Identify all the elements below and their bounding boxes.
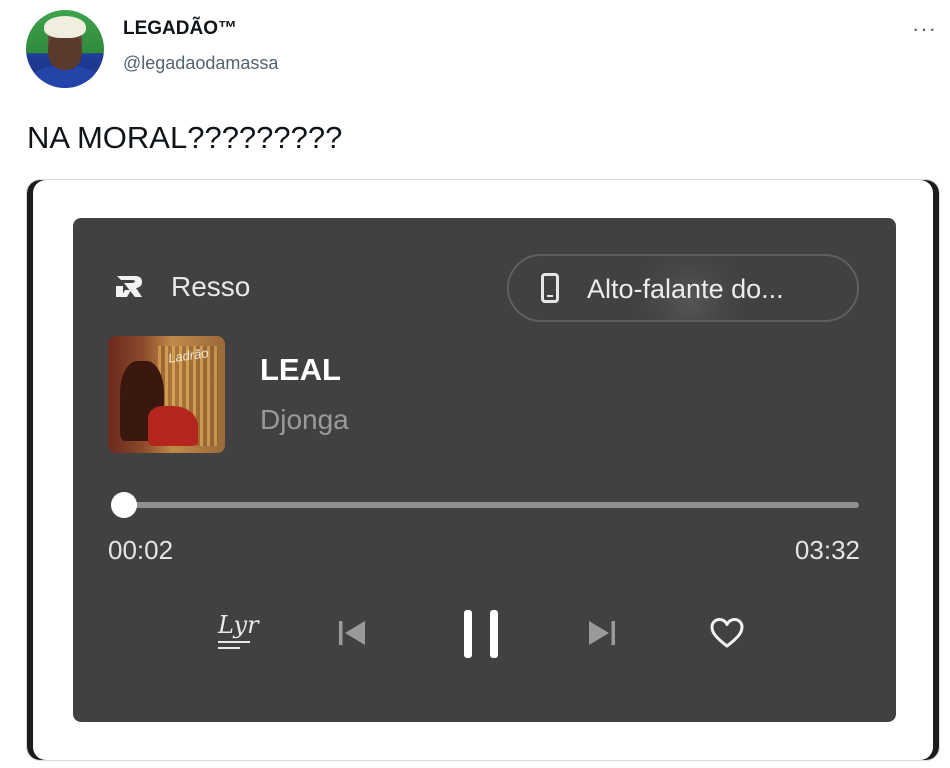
lyrics-underline — [218, 641, 250, 643]
track-artist[interactable]: Djonga — [260, 404, 349, 436]
progress-bar[interactable] — [111, 492, 859, 518]
album-art-red-cloth — [148, 406, 198, 446]
author-name[interactable]: LEGADÃO™ — [123, 18, 237, 40]
output-device-label: Alto-falante do... — [587, 274, 784, 304]
app-name: Resso — [171, 271, 251, 302]
tweet-text: NA MORAL????????? — [27, 120, 343, 155]
phone-icon — [541, 273, 559, 303]
elapsed-time: 00:02 — [108, 535, 174, 565]
resso-logo-icon — [116, 276, 142, 297]
output-device-button[interactable]: Alto-falante do... — [507, 254, 859, 322]
author-handle[interactable]: @legadaodamassa — [123, 53, 278, 74]
tweet-media[interactable]: Resso Alto-falante do... Ladrão LEAL Djo… — [26, 179, 940, 761]
music-player-widget: Resso Alto-falante do... Ladrão LEAL Djo… — [73, 218, 896, 722]
author-avatar[interactable] — [26, 10, 104, 88]
progress-knob[interactable] — [111, 492, 138, 518]
pause-icon[interactable] — [459, 608, 503, 660]
lyrics-icon: Lyr — [218, 611, 259, 639]
album-art[interactable]: Ladrão — [108, 336, 225, 453]
tweet: LEGADÃO™ @legadaodamassa ··· NA MORAL???… — [0, 0, 950, 768]
heart-icon[interactable] — [709, 616, 745, 650]
more-options-icon[interactable]: ··· — [912, 16, 937, 42]
skip-previous-icon[interactable] — [335, 616, 369, 650]
lyrics-button[interactable]: Lyr — [216, 611, 259, 651]
skip-next-icon[interactable] — [585, 616, 619, 650]
total-duration: 03:32 — [794, 535, 860, 565]
track-title: LEAL — [260, 352, 341, 387]
lyrics-underline-short — [218, 647, 240, 649]
avatar-hair — [44, 16, 86, 38]
